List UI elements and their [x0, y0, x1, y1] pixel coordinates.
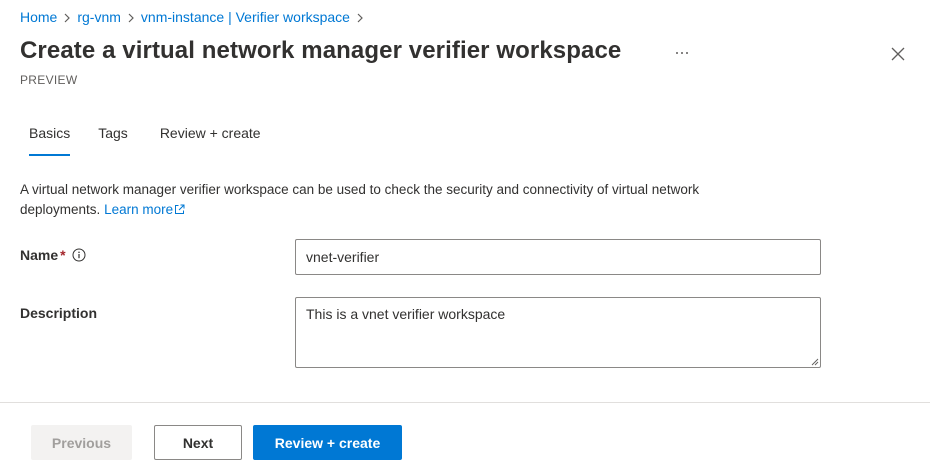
external-link-icon [175, 204, 185, 214]
name-label: Name * [20, 247, 86, 265]
name-input[interactable] [295, 239, 821, 275]
learn-more-label: Learn more [104, 202, 174, 217]
breadcrumb-rg-vnm-link[interactable]: rg-vnm [77, 9, 121, 25]
learn-more-link[interactable]: Learn more [104, 202, 185, 217]
review-create-button[interactable]: Review + create [253, 425, 402, 460]
breadcrumb-vnm-instance-link[interactable]: vnm-instance | Verifier workspace [141, 9, 350, 25]
description-textarea[interactable]: This is a vnet verifier workspace [295, 297, 821, 368]
tab-tags[interactable]: Tags [98, 118, 128, 158]
page-title: Create a virtual network manager verifie… [20, 37, 622, 64]
info-icon[interactable] [72, 248, 86, 265]
preview-label: PREVIEW [20, 73, 78, 87]
name-label-text: Name [20, 247, 59, 263]
breadcrumb-home-link[interactable]: Home [20, 9, 57, 25]
description-value: This is a vnet verifier workspace [306, 306, 506, 322]
more-options-icon[interactable] [672, 41, 692, 65]
previous-button[interactable]: Previous [31, 425, 132, 460]
tab-basics[interactable]: Basics [29, 118, 71, 158]
tab-bar: Basics Tags Review + create [20, 118, 261, 158]
chevron-right-icon [350, 10, 370, 24]
intro-text: A virtual network manager verifier works… [20, 180, 780, 220]
next-button[interactable]: Next [154, 425, 242, 460]
chevron-right-icon [121, 10, 141, 24]
resize-handle-icon[interactable] [811, 358, 819, 366]
close-icon[interactable] [888, 44, 908, 64]
description-label: Description [20, 305, 98, 321]
tab-review-create[interactable]: Review + create [160, 118, 261, 158]
chevron-right-icon [57, 10, 77, 24]
footer-divider [0, 402, 930, 403]
required-marker: * [60, 247, 66, 263]
breadcrumb: Home rg-vnm vnm-instance | Verifier work… [20, 9, 370, 25]
